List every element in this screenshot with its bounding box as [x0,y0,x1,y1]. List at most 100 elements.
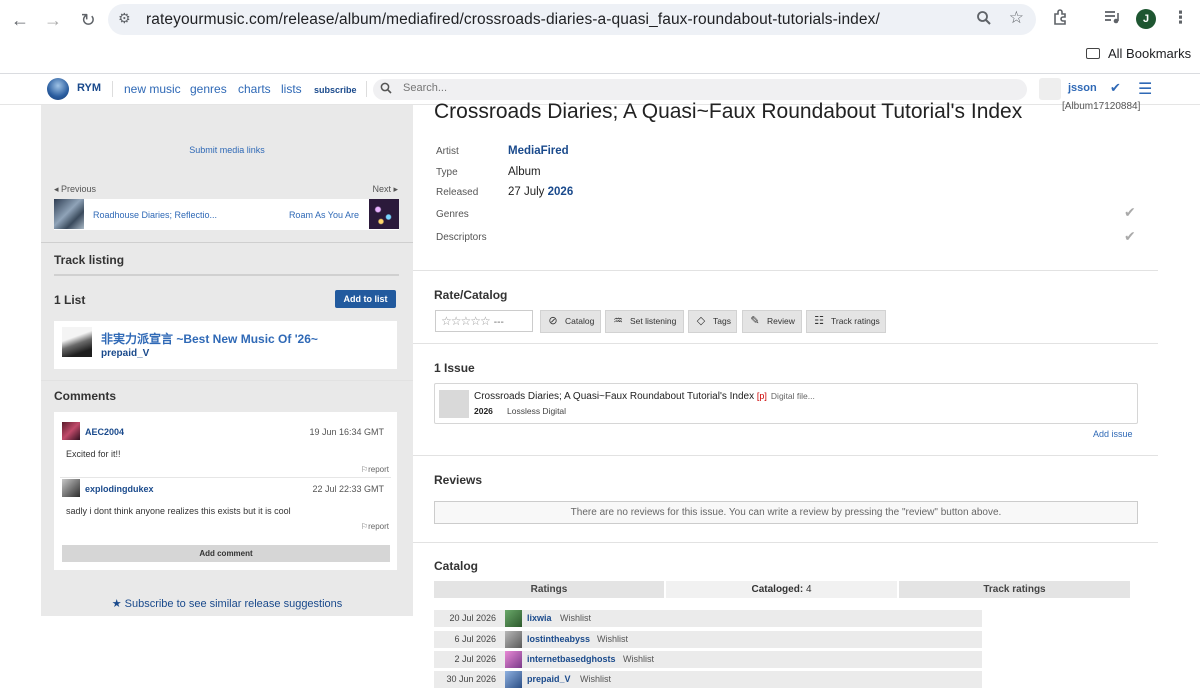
rym-logo-icon[interactable] [47,78,69,100]
add-comment-button[interactable]: Add comment [62,545,390,562]
released-label: Released [436,187,479,198]
vote-check-icon[interactable]: ✔ [1124,228,1136,245]
track-ratings-button[interactable]: ☷ Track ratings [806,310,886,333]
comment-text: sadly i dont think anyone realizes this … [66,506,291,516]
tab-ratings[interactable]: Ratings [434,581,664,598]
issue-item[interactable]: Crossroads Diaries; A Quasi~Faux Roundab… [434,383,1138,424]
nav-charts[interactable]: charts [238,82,271,96]
issue-title-text: Crossroads Diaries; A Quasi~Faux Roundab… [474,391,755,402]
nav-lists[interactable]: lists [281,82,302,96]
nav-new-music[interactable]: new music [124,82,181,96]
comments-list: AEC2004 19 Jun 16:34 GMT Excited for it!… [54,412,397,570]
catalog-date: 6 Jul 2026 [454,634,496,644]
avatar[interactable] [505,631,522,648]
report-label: report [368,465,389,474]
catalog-user[interactable]: internetbasedghosts [527,654,616,664]
submit-media-links[interactable]: Submit media links [41,145,413,155]
avatar[interactable] [505,610,522,627]
table-row: 30 Jun 2026 prepaid_V Wishlist [434,671,982,688]
avatar[interactable] [505,671,522,688]
avatar[interactable] [62,422,80,440]
previous-release-cover[interactable] [54,199,84,229]
section-divider [413,542,1158,543]
table-row: 6 Jul 2026 lostintheabyss Wishlist [434,631,982,648]
comment-date: 19 Jun 16:34 GMT [309,427,384,437]
user-avatar[interactable] [1039,78,1061,100]
add-issue-link[interactable]: Add issue [1093,429,1133,439]
set-listening-label: Set listening [630,316,677,326]
previous-release-link[interactable]: Roadhouse Diaries; Reflectio... [93,210,217,220]
previous-release-label[interactable]: ◂ Previous [54,184,96,195]
issue-cover[interactable] [439,390,469,418]
tab-track-ratings[interactable]: Track ratings [899,581,1130,598]
comment-user[interactable]: AEC2004 [85,427,124,437]
next-release-label[interactable]: Next ▸ [372,184,398,195]
nav-subscribe[interactable]: subscribe [314,85,357,95]
avatar[interactable] [62,479,80,497]
catalog-button[interactable]: ⊘ Catalog [540,310,601,333]
catalog-user[interactable]: prepaid_V [527,674,571,684]
issue-title[interactable]: Crossroads Diaries; A Quasi~Faux Roundab… [474,391,815,402]
list-cover[interactable] [62,327,92,357]
genres-label: Genres [436,209,469,220]
released-year-link[interactable]: 2026 [548,186,574,198]
search-input[interactable] [403,82,1003,94]
track-listing-heading[interactable]: Track listing [54,253,124,267]
list-title[interactable]: 非実力派宣言 ~Best New Music Of '26~ [101,330,318,347]
address-bar[interactable]: ⚙ rateyourmusic.com/release/album/mediaf… [108,4,1036,35]
tags-button[interactable]: ◇ Tags [688,310,737,333]
section-divider [413,455,1158,456]
section-divider [54,274,399,276]
media-queue-icon[interactable] [1103,8,1121,31]
zoom-icon[interactable] [976,10,992,31]
back-arrow-icon[interactable]: ← [8,8,32,32]
profile-avatar[interactable]: J [1136,9,1156,29]
star-rating[interactable]: ☆☆☆☆☆ [441,314,491,328]
section-divider [41,242,413,243]
reload-icon[interactable]: ↻ [76,8,100,32]
issues-heading: 1 Issue [434,361,475,375]
catalog-user[interactable]: lostintheabyss [527,634,590,644]
next-release-link[interactable]: Roam As You Are [289,210,359,220]
catalog-date: 2 Jul 2026 [454,654,496,664]
nav-genres[interactable]: genres [190,82,227,96]
extensions-icon[interactable] [1052,8,1070,31]
bookmark-star-icon[interactable]: ☆ [1009,8,1024,28]
report-link[interactable]: ⚐report [361,465,389,474]
browser-menu-icon[interactable]: ⋮ [1172,8,1189,28]
left-sidebar: Submit media links ◂ Previous Next ▸ Roa… [41,105,413,616]
site-search[interactable] [373,79,1027,100]
next-release-cover[interactable] [369,199,399,229]
track-ratings-label: Track ratings [831,316,880,326]
review-label: Review [767,316,795,326]
forward-arrow-icon[interactable]: → [41,8,65,32]
site-info-icon[interactable]: ⚙ [118,10,131,27]
checkmark-icon[interactable]: ✔ [1110,80,1121,96]
hamburger-menu-icon[interactable]: ☰ [1138,79,1152,99]
review-button[interactable]: ✎ Review [742,310,802,333]
comment-user[interactable]: explodingdukex [85,484,154,494]
set-listening-button[interactable]: ♒ Set listening [605,310,684,333]
username-link[interactable]: jsson [1068,82,1097,94]
add-to-list-button[interactable]: Add to list [335,290,396,308]
album-id: [Album17120884] [1062,101,1141,112]
artist-link[interactable]: MediaFired [508,145,569,157]
subscribe-similar-link[interactable]: ★ Subscribe to see similar release sugge… [41,597,413,610]
rating-stars[interactable]: ☆☆☆☆☆ --- [435,310,533,332]
list-item[interactable]: 非実力派宣言 ~Best New Music Of '26~ prepaid_V [54,321,397,369]
vote-check-icon[interactable]: ✔ [1124,204,1136,221]
catalog-user[interactable]: lixwia [527,613,552,623]
rym-logo-text[interactable]: RYM [77,82,101,94]
lists-heading: 1 List [54,293,86,307]
section-divider [413,343,1158,344]
list-user[interactable]: prepaid_V [101,348,149,359]
track-list-icon: ☷ [814,315,824,327]
subscribe-similar-label: Subscribe to see similar release suggest… [124,598,343,610]
tab-cataloged-label: Cataloged: [751,584,804,595]
search-icon [380,82,392,97]
artist-label: Artist [436,146,459,157]
tab-cataloged[interactable]: Cataloged: 4 [666,581,897,598]
all-bookmarks-button[interactable]: All Bookmarks [1086,46,1191,61]
avatar[interactable] [505,651,522,668]
report-link[interactable]: ⚐report [361,522,389,531]
